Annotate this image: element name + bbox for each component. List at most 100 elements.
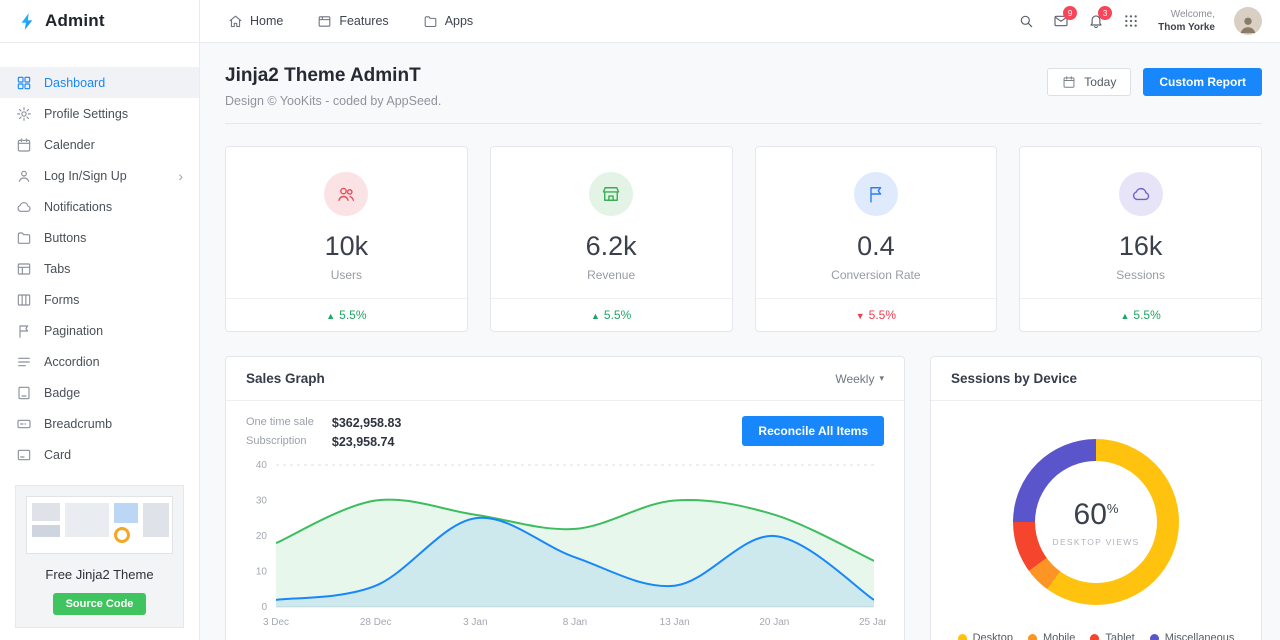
messages-button[interactable]: 9 bbox=[1053, 6, 1078, 29]
sidebar-item-label: Calender bbox=[44, 137, 95, 152]
svg-text:20: 20 bbox=[256, 531, 268, 542]
svg-text:3 Dec: 3 Dec bbox=[263, 617, 289, 628]
sidebar-item-breadcrumb[interactable]: Breadcrumb bbox=[0, 408, 199, 439]
notifications-button[interactable]: 3 bbox=[1088, 6, 1113, 29]
trend-arrow-icon: ▼ bbox=[855, 311, 865, 321]
welcome-greeting: Welcome, bbox=[1170, 9, 1215, 20]
svg-text:20 Jan: 20 Jan bbox=[759, 617, 789, 628]
sidebar-item-login-signup[interactable]: Log In/Sign Up › bbox=[0, 160, 199, 191]
page-subtitle: Design © YooKits - coded by AppSeed. bbox=[225, 94, 442, 108]
promo-title: Free Jinja2 Theme bbox=[45, 567, 154, 582]
sidebar-item-calender[interactable]: Calender bbox=[0, 129, 199, 160]
gear-icon bbox=[16, 106, 32, 122]
chevron-down-icon: ▾ bbox=[879, 373, 884, 383]
legend-item-miscellaneous: Miscellaneous bbox=[1149, 632, 1234, 640]
sales-graph-title: Sales Graph bbox=[246, 371, 325, 386]
brand-name: Admint bbox=[45, 11, 105, 30]
source-code-button[interactable]: Source Code bbox=[52, 593, 147, 615]
stat-change: ▲ 5.5% bbox=[226, 298, 467, 331]
sidebar-item-dashboard[interactable]: Dashboard bbox=[0, 67, 199, 98]
card-icon bbox=[16, 447, 32, 463]
sessions-by-device-card: Sessions by Device 60% DESKTOP VIEWS Des… bbox=[930, 356, 1262, 640]
svg-text:25 Jan: 25 Jan bbox=[859, 617, 886, 628]
users-icon bbox=[324, 172, 369, 216]
bolt-icon bbox=[21, 12, 33, 30]
sidebar-item-label: Accordion bbox=[44, 354, 100, 369]
sidebar-item-buttons[interactable]: Buttons bbox=[0, 222, 199, 253]
page-header: Jinja2 Theme AdminT Design © YooKits - c… bbox=[225, 65, 1262, 108]
promo-card: Free Jinja2 Theme Source Code bbox=[15, 485, 184, 628]
sidebar-item-card[interactable]: Card bbox=[0, 439, 199, 470]
sidebar-item-pagination[interactable]: Pagination bbox=[0, 315, 199, 346]
period-selector[interactable]: Weekly ▾ bbox=[835, 372, 884, 386]
nav-label: Home bbox=[250, 14, 284, 28]
nav-item-apps[interactable]: Apps bbox=[423, 14, 473, 29]
home-icon bbox=[228, 14, 243, 29]
legend-dot bbox=[1027, 633, 1037, 640]
sessions-donut-chart: 60% DESKTOP VIEWS bbox=[1013, 439, 1179, 605]
sidebar-item-accordion[interactable]: Accordion bbox=[0, 346, 199, 377]
svg-text:30: 30 bbox=[256, 496, 268, 507]
reconcile-all-items-button[interactable]: Reconcile All Items bbox=[742, 416, 884, 446]
promo-thumbnail bbox=[26, 496, 173, 554]
stat-value: 16k bbox=[1118, 231, 1163, 261]
folder-icon bbox=[423, 14, 438, 29]
folder-icon bbox=[16, 230, 32, 246]
dashboard-icon bbox=[16, 75, 32, 91]
svg-text:40: 40 bbox=[256, 460, 268, 471]
grid-icon bbox=[1123, 13, 1139, 29]
brand-logo[interactable]: Admint bbox=[0, 0, 199, 43]
custom-report-button[interactable]: Custom Report bbox=[1143, 68, 1262, 96]
notifications-count-badge: 3 bbox=[1098, 6, 1113, 20]
nav-item-home[interactable]: Home bbox=[228, 14, 283, 29]
trend-arrow-icon: ▲ bbox=[326, 311, 336, 321]
top-navbar: Home Features Apps 9 3 Welcome, Thom Yor… bbox=[200, 0, 1280, 43]
calendar-icon bbox=[16, 137, 32, 153]
sidebar-item-badge[interactable]: Badge bbox=[0, 377, 199, 408]
avatar[interactable] bbox=[1234, 7, 1262, 35]
nav-item-features[interactable]: Features bbox=[317, 14, 389, 29]
divider bbox=[225, 123, 1262, 124]
svg-text:13 Jan: 13 Jan bbox=[660, 617, 690, 628]
sidebar-item-label: Profile Settings bbox=[44, 106, 129, 121]
chevron-right-icon: › bbox=[178, 167, 183, 184]
flag-icon bbox=[16, 323, 32, 339]
stat-value: 6.2k bbox=[585, 231, 637, 261]
subscription-label: Subscription bbox=[246, 435, 307, 447]
sidebar-item-label: Buttons bbox=[44, 230, 87, 245]
sales-line-chart: 0 10 20 30 40 3 Dec 28 Dec 3 Jan 8 Jan 13 Jan 20 J… bbox=[256, 460, 886, 628]
stat-card-conversion-rate: 0.4 Conversion Rate ▼ 5.5% bbox=[754, 146, 998, 332]
sales-figures: One time sale $362,958.83 Subscription $… bbox=[246, 416, 401, 449]
columns-icon bbox=[16, 292, 32, 308]
sidebar-item-notifications[interactable]: Notifications bbox=[0, 191, 199, 222]
sessions-title: Sessions by Device bbox=[951, 371, 1078, 386]
legend-dot bbox=[1149, 633, 1159, 640]
stat-card-revenue: 6.2k Revenue ▲ 5.5% bbox=[489, 146, 733, 332]
apps-grid-button[interactable] bbox=[1123, 13, 1139, 29]
trend-arrow-icon: ▲ bbox=[590, 311, 600, 321]
user-icon bbox=[16, 168, 32, 184]
sidebar-item-label: Breadcrumb bbox=[44, 416, 113, 431]
sidebar-item-profile-settings[interactable]: Profile Settings bbox=[0, 98, 199, 129]
stat-value: 10k bbox=[324, 231, 369, 261]
messages-count-badge: 9 bbox=[1063, 6, 1078, 20]
one-time-sale-value: $362,958.83 bbox=[331, 416, 402, 430]
sidebar-item-label: Card bbox=[44, 447, 72, 462]
search-button[interactable] bbox=[1018, 13, 1034, 29]
one-time-sale-label: One time sale bbox=[246, 416, 314, 428]
stat-label: Users bbox=[330, 268, 363, 282]
sales-graph-card: Sales Graph Weekly ▾ One time sale $362,… bbox=[225, 356, 905, 640]
today-button[interactable]: Today bbox=[1047, 68, 1132, 96]
app-root: Admint Dashboard Profile Settings Calend… bbox=[0, 0, 1280, 640]
user-name: Thom Yorke bbox=[1158, 22, 1215, 33]
sidebar-item-label: Log In/Sign Up bbox=[44, 168, 127, 183]
sidebar-item-forms[interactable]: Forms bbox=[0, 284, 199, 315]
svg-text:3 Jan: 3 Jan bbox=[463, 617, 487, 628]
stat-card-sessions: 16k Sessions ▲ 5.5% bbox=[1019, 146, 1262, 332]
store-icon bbox=[589, 172, 634, 216]
flag-icon bbox=[853, 172, 898, 216]
donut-center-value: 60% bbox=[1073, 497, 1119, 531]
legend-dot bbox=[957, 633, 967, 640]
stat-change: ▲ 5.5% bbox=[490, 298, 732, 331]
sidebar-item-tabs[interactable]: Tabs bbox=[0, 253, 199, 284]
